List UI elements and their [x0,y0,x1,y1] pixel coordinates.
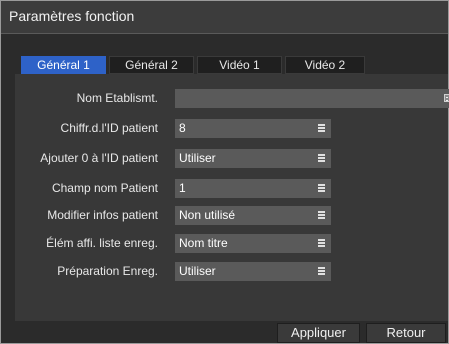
setting-label-patient-name-field: Champ nom Patient [51,181,158,195]
dialog-title: Paramètres fonction [9,8,135,24]
keyboard-icon[interactable] [444,94,449,102]
patient-name-field-value: 1 [179,181,186,195]
setting-label-record-preparation: Préparation Enreg. [57,264,158,278]
menu-icon [318,184,325,193]
menu-icon [318,124,325,133]
menu-icon [318,211,325,220]
setting-label-record-list-display: Élém affi. liste enreg. [46,236,158,250]
patient-name-field-select[interactable]: 1 [175,179,331,198]
tab-video-2[interactable]: Vidéo 2 [285,56,365,74]
menu-icon [318,154,325,163]
menu-icon [318,239,325,248]
setting-label-edit-patient-info: Modifier infos patient [47,208,158,222]
apply-button[interactable]: Appliquer [277,323,360,343]
title-bar: Paramètres fonction [1,1,448,34]
record-preparation-select[interactable]: Utiliser [175,262,331,281]
button-bar: Appliquer Retour [1,322,448,343]
facility-name-field[interactable] [175,89,449,108]
tab-video-1[interactable]: Vidéo 1 [197,56,282,74]
add-zero-patient-id-value: Utiliser [179,151,216,165]
add-zero-patient-id-select[interactable]: Utiliser [175,149,331,168]
menu-icon [318,267,325,276]
edit-patient-info-select[interactable]: Non utilisé [175,206,331,225]
tab-general-1[interactable]: Général 1 [21,56,106,74]
record-preparation-value: Utiliser [179,264,216,278]
record-list-display-select[interactable]: Nom titre [175,234,331,253]
patient-id-digits-value: 8 [179,121,186,135]
tab-general-2[interactable]: Général 2 [109,56,194,74]
settings-dialog: Paramètres fonction Général 1 Général 2 … [0,0,449,344]
edit-patient-info-value: Non utilisé [179,208,236,222]
record-list-display-value: Nom titre [179,236,228,250]
setting-label-add-zero-patient-id: Ajouter 0 à l'ID patient [40,151,158,165]
setting-label-facility-name: Nom Etablismt. [76,91,158,105]
setting-label-patient-id-digits: Chiffr.d.l'ID patient [60,121,158,135]
settings-panel: Nom Etablismt. Chiffr.d.l'ID patient 8 A… [15,74,449,321]
back-button[interactable]: Retour [366,323,446,343]
patient-id-digits-select[interactable]: 8 [175,119,331,138]
